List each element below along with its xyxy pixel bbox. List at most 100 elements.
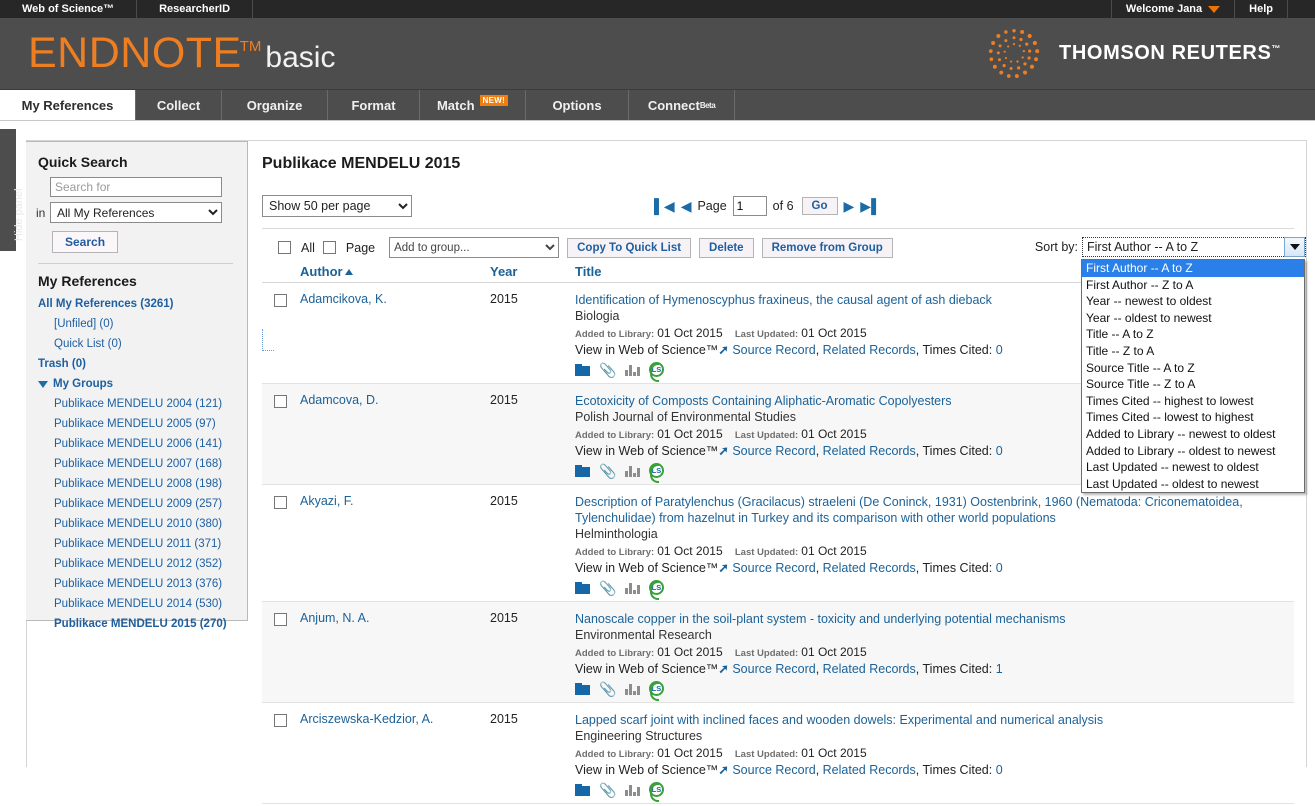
sort-option-title-az[interactable]: Title -- A to Z (1082, 326, 1304, 343)
bar-chart-icon[interactable] (625, 784, 640, 796)
sidebar-group-2008[interactable]: Publikace MENDELU 2008 (198) (36, 474, 247, 494)
bar-chart-icon[interactable] (625, 364, 640, 376)
folder-icon[interactable] (575, 682, 590, 695)
bar-chart-icon[interactable] (625, 582, 640, 594)
hide-panel-toggle[interactable]: Hide panel (0, 129, 25, 251)
sidebar-group-2010[interactable]: Publikace MENDELU 2010 (380) (36, 514, 247, 534)
times-cited-value[interactable]: 0 (996, 763, 1003, 777)
tab-options[interactable]: Options (526, 90, 629, 120)
sort-option-first-author-az[interactable]: First Author -- A to Z (1082, 260, 1304, 277)
sidebar-group-2012[interactable]: Publikace MENDELU 2012 (352) (36, 554, 247, 574)
folder-icon[interactable] (575, 363, 590, 376)
sidebar-item-quick-list[interactable]: Quick List (0) (36, 334, 247, 354)
sort-option-times-cited-highest[interactable]: Times Cited -- highest to lowest (1082, 393, 1304, 410)
paperclip-icon[interactable]: 📎 (599, 464, 616, 478)
help-link[interactable]: Help (1234, 0, 1287, 18)
row-author-link[interactable]: Akyazi, F. (300, 494, 354, 508)
source-record-link[interactable]: Source Record (732, 662, 815, 676)
library-services-icon[interactable]: LS (648, 362, 664, 382)
paperclip-icon[interactable]: 📎 (599, 581, 616, 595)
related-records-link[interactable]: Related Records (823, 561, 916, 575)
sidebar-group-2014[interactable]: Publikace MENDELU 2014 (530) (36, 594, 247, 614)
sort-option-year-oldest[interactable]: Year -- oldest to newest (1082, 310, 1304, 327)
row-checkbox[interactable] (274, 613, 287, 626)
paperclip-icon[interactable]: 📎 (599, 783, 616, 797)
select-page-checkbox[interactable] (322, 241, 336, 254)
folder-icon[interactable] (575, 783, 590, 796)
row-checkbox[interactable] (274, 395, 287, 408)
row-title-link[interactable]: Lapped scarf joint with inclined faces a… (575, 712, 1294, 728)
sort-option-first-author-za[interactable]: First Author -- Z to A (1082, 277, 1304, 294)
sidebar-group-2004[interactable]: Publikace MENDELU 2004 (121) (36, 394, 247, 414)
sort-option-added-newest[interactable]: Added to Library -- newest to oldest (1082, 426, 1304, 443)
sort-option-source-title-az[interactable]: Source Title -- A to Z (1082, 360, 1304, 377)
search-scope-select[interactable]: All My References (50, 202, 222, 223)
sort-by-select[interactable]: First Author -- A to Z First Author -- A… (1081, 237, 1306, 494)
search-input[interactable] (50, 177, 222, 197)
sidebar-item-trash[interactable]: Trash (0) (36, 354, 247, 374)
copy-to-quick-list-button[interactable]: Copy To Quick List (567, 237, 692, 258)
first-page-icon[interactable]: ▌◀ (654, 199, 675, 213)
delete-button[interactable]: Delete (699, 237, 754, 258)
tab-connect[interactable]: Connect Beta (629, 90, 735, 120)
remove-from-group-button[interactable]: Remove from Group (761, 237, 893, 258)
sort-option-updated-newest[interactable]: Last Updated -- newest to oldest (1082, 459, 1304, 476)
row-author-link[interactable]: Adamcova, D. (300, 393, 379, 407)
sidebar-my-groups-toggle[interactable]: My Groups (36, 374, 247, 394)
select-all-checkbox[interactable] (278, 241, 291, 254)
sidebar-group-2007[interactable]: Publikace MENDELU 2007 (168) (36, 454, 247, 474)
library-services-icon[interactable]: LS (648, 681, 664, 701)
source-record-link[interactable]: Source Record (732, 343, 815, 357)
row-checkbox[interactable] (274, 714, 287, 727)
library-services-icon[interactable]: LS (648, 463, 664, 483)
bar-chart-icon[interactable] (625, 465, 640, 477)
sidebar-group-2009[interactable]: Publikace MENDELU 2009 (257) (36, 494, 247, 514)
paperclip-icon[interactable]: 📎 (599, 363, 616, 377)
row-title-link[interactable]: Description of Paratylenchus (Gracilacus… (575, 494, 1294, 526)
related-records-link[interactable]: Related Records (823, 763, 916, 777)
sort-option-title-za[interactable]: Title -- Z to A (1082, 343, 1304, 360)
source-record-link[interactable]: Source Record (732, 763, 815, 777)
column-header-year[interactable]: Year (490, 264, 575, 279)
sidebar-group-2005[interactable]: Publikace MENDELU 2005 (97) (36, 414, 247, 434)
times-cited-value[interactable]: 0 (996, 343, 1003, 357)
sidebar-group-2015[interactable]: Publikace MENDELU 2015 (270) (36, 614, 247, 634)
per-page-select[interactable]: Show 50 per page (262, 195, 412, 217)
source-record-link[interactable]: Source Record (732, 561, 815, 575)
sort-option-year-newest[interactable]: Year -- newest to oldest (1082, 293, 1304, 310)
sort-option-updated-oldest[interactable]: Last Updated -- oldest to newest (1082, 476, 1304, 493)
row-author-link[interactable]: Adamcikova, K. (300, 292, 387, 306)
next-page-icon[interactable]: ▶ (844, 199, 855, 213)
endnote-logo[interactable]: ENDNOTE TM basic (28, 29, 335, 78)
sidebar-item-unfiled[interactable]: [Unfiled] (0) (36, 314, 247, 334)
source-record-link[interactable]: Source Record (732, 444, 815, 458)
row-author-link[interactable]: Arciszewska-Kedzior, A. (300, 712, 433, 726)
sidebar-group-2006[interactable]: Publikace MENDELU 2006 (141) (36, 434, 247, 454)
row-checkbox[interactable] (274, 496, 287, 509)
folder-icon[interactable] (575, 464, 590, 477)
row-title-link[interactable]: Nanoscale copper in the soil-plant syste… (575, 611, 1294, 627)
go-button[interactable]: Go (801, 197, 838, 215)
times-cited-value[interactable]: 0 (996, 444, 1003, 458)
search-button[interactable]: Search (52, 231, 119, 253)
paperclip-icon[interactable]: 📎 (599, 682, 616, 696)
tab-match[interactable]: Match NEW! (420, 90, 526, 120)
library-services-icon[interactable]: LS (648, 580, 664, 600)
tab-format[interactable]: Format (328, 90, 420, 120)
row-author-link[interactable]: Anjum, N. A. (300, 611, 369, 625)
bar-chart-icon[interactable] (625, 683, 640, 695)
page-number-input[interactable] (732, 196, 767, 216)
add-to-group-select[interactable]: Add to group... (389, 237, 560, 258)
topbar-link-researcherid[interactable]: ResearcherID (137, 0, 254, 18)
tab-my-references[interactable]: My References (0, 90, 136, 120)
tab-organize[interactable]: Organize (222, 90, 328, 120)
chevron-down-icon[interactable] (1284, 237, 1305, 257)
related-records-link[interactable]: Related Records (823, 662, 916, 676)
sort-option-added-oldest[interactable]: Added to Library -- oldest to newest (1082, 443, 1304, 460)
sidebar-item-all-my-references[interactable]: All My References (3261) (36, 294, 247, 314)
sidebar-group-2011[interactable]: Publikace MENDELU 2011 (371) (36, 534, 247, 554)
library-services-icon[interactable]: LS (648, 782, 664, 802)
row-checkbox[interactable] (274, 294, 287, 307)
times-cited-value[interactable]: 0 (996, 561, 1003, 575)
last-page-icon[interactable]: ▶▌ (860, 199, 881, 213)
